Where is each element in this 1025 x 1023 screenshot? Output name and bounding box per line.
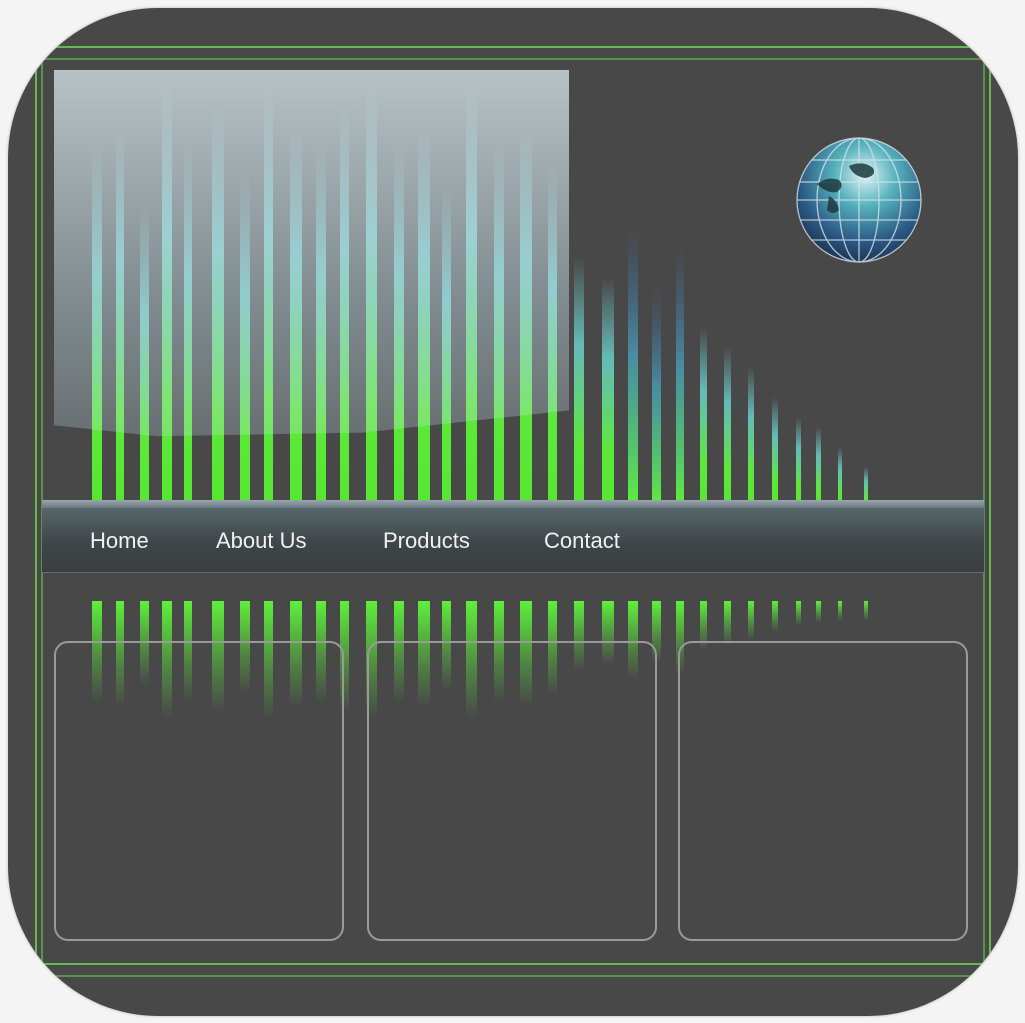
frame-border-left xyxy=(35,38,37,986)
nav-products-link[interactable]: Products xyxy=(383,528,470,554)
light-bar xyxy=(864,467,868,500)
nav-about-us-link[interactable]: About Us xyxy=(216,528,307,554)
light-bar xyxy=(796,417,801,500)
light-bar xyxy=(676,247,684,500)
light-bar xyxy=(816,427,821,500)
nav-divider xyxy=(42,500,984,508)
app-tile: Home About Us Products Contact xyxy=(8,8,1018,1016)
light-bar xyxy=(700,327,707,500)
light-bar-reflection xyxy=(748,601,754,640)
globe-icon xyxy=(789,132,929,272)
light-bar xyxy=(838,447,842,500)
light-bar-reflection xyxy=(838,601,842,621)
light-bar xyxy=(772,397,778,500)
light-bar-reflection xyxy=(772,601,778,632)
light-bar xyxy=(602,277,614,500)
frame-border-top xyxy=(38,46,988,48)
light-bar-reflection xyxy=(864,601,868,621)
nav-bar: Home About Us Products Contact xyxy=(42,508,984,573)
content-panel-2 xyxy=(367,641,657,941)
light-bar xyxy=(628,227,638,500)
light-bar xyxy=(574,257,584,500)
hero-banner xyxy=(54,70,984,500)
nav-home-link[interactable]: Home xyxy=(90,528,149,554)
glass-reflection-overlay xyxy=(54,70,569,437)
nav-contact-link[interactable]: Contact xyxy=(544,528,620,554)
frame-border-top-inner xyxy=(38,58,988,60)
frame-border-bottom-inner xyxy=(38,975,988,977)
content-panel-1 xyxy=(54,641,344,941)
light-bar xyxy=(652,287,661,500)
content-panel-3 xyxy=(678,641,968,941)
light-bar-reflection xyxy=(796,601,801,626)
light-bar xyxy=(724,347,731,500)
light-bar-reflection xyxy=(724,601,731,646)
light-bar-reflection xyxy=(816,601,821,623)
frame-border-bottom xyxy=(38,963,988,965)
frame-border-right xyxy=(989,38,991,986)
light-bar xyxy=(748,367,754,500)
